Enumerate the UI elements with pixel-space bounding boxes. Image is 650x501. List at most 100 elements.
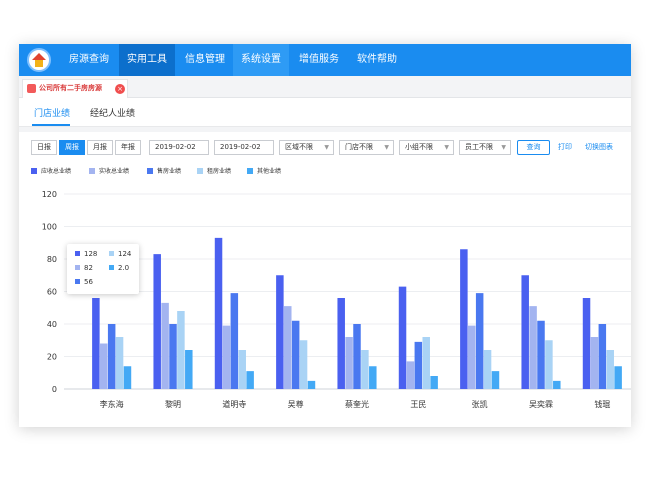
bar[interactable] [107,324,116,389]
nav-item-tools[interactable]: 实用工具 [119,44,175,76]
bar[interactable] [614,366,622,389]
tooltip-swatch [109,251,114,256]
tooltip-value: 82 [84,264,93,272]
tooltip-value: 128 [84,250,98,258]
bar[interactable] [337,298,345,389]
bar[interactable] [398,286,407,389]
chevron-down-icon: ▼ [384,144,389,151]
store-select[interactable]: 门店不限 ▼ [339,140,394,155]
query-button[interactable]: 查询 [517,140,550,155]
bar[interactable] [92,298,100,389]
bar[interactable] [307,380,316,389]
bar-chart: 0 20 40 60 80 100 120 李东海 黎明 道明寺 吴尊 蔡奎光 王民 张凯 吴奕霖 钱琨 [42,190,631,409]
y-tick-label: 0 [52,385,57,394]
legend-swatch [89,168,95,174]
bar[interactable] [284,306,292,389]
bar[interactable] [153,254,161,389]
tab-store-performance[interactable]: 门店业绩 [34,106,70,119]
period-weekly-button[interactable]: 周报 [59,140,85,155]
bar[interactable] [460,249,468,389]
bar[interactable] [161,302,169,389]
logo-house-icon[interactable] [27,48,51,72]
bar[interactable] [345,337,353,389]
bar[interactable] [100,343,108,390]
employee-select-value: 员工不限 [465,143,493,151]
close-icon[interactable]: × [115,84,125,94]
bar[interactable] [598,324,607,389]
chevron-down-icon: ▼ [444,144,449,151]
bar[interactable] [430,376,438,389]
tooltip-swatch [109,265,114,270]
bar[interactable] [606,350,614,389]
bar[interactable] [483,350,492,389]
x-tick-label: 吴尊 [288,399,304,409]
nav-item-info-management[interactable]: 信息管理 [177,44,233,76]
switch-chart-link[interactable]: 切换图表 [585,142,613,152]
bar[interactable] [537,320,545,389]
bar[interactable] [291,320,300,389]
bar[interactable] [185,350,193,389]
bar[interactable] [369,366,377,389]
date-to-input[interactable]: 2019-02-02 [214,140,274,155]
tooltip-swatch [75,251,80,256]
bar[interactable] [115,337,124,389]
period-daily-button[interactable]: 日报 [31,140,57,155]
legend-item[interactable]: 租房业绩 [197,166,231,176]
bar[interactable] [222,325,231,389]
legend-item[interactable]: 其他业绩 [247,166,281,176]
tooltip-entry: 82 [75,264,93,272]
bar[interactable] [276,275,284,389]
home-icon [27,84,36,93]
tooltip-value: 124 [118,250,132,258]
tab-company-listings[interactable]: 公司所有二手房房源 × [22,79,128,98]
bar[interactable] [582,298,591,389]
y-tick-label: 120 [42,190,57,199]
x-tick-label: 黎明 [165,399,181,409]
x-tick-label: 王民 [410,400,426,409]
bar[interactable] [553,380,561,389]
x-tick-label: 张凯 [472,399,488,409]
bar[interactable] [491,371,500,389]
bar[interactable] [414,341,423,389]
bar[interactable] [361,350,369,389]
date-from-input[interactable]: 2019-02-02 [149,140,209,155]
legend-item[interactable]: 应收总业绩 [31,166,71,176]
legend-item[interactable]: 售房业绩 [147,166,181,176]
chevron-down-icon: ▼ [324,144,329,151]
nav-item-listing-search[interactable]: 房源查询 [61,44,117,76]
bar[interactable] [468,325,476,389]
bar[interactable] [529,306,537,389]
nav-item-system-settings[interactable]: 系统设置 [233,44,289,76]
bar[interactable] [230,293,239,389]
print-link[interactable]: 打印 [558,142,572,152]
bar[interactable] [246,371,254,389]
period-yearly-button[interactable]: 年报 [115,140,141,155]
sub-tabs: 门店业绩 经纪人业绩 [19,99,631,127]
period-monthly-button[interactable]: 月报 [87,140,113,155]
nav-item-help[interactable]: 软件帮助 [349,44,405,76]
tooltip-swatch [75,265,80,270]
nav-item-value-added[interactable]: 增值服务 [291,44,347,76]
bar[interactable] [169,324,177,389]
y-tick-label: 20 [47,353,57,362]
app-window: 房源查询 实用工具 信息管理 系统设置 增值服务 软件帮助 公司所有二手房房源 … [19,44,631,427]
legend-item[interactable]: 实收总业绩 [89,166,129,176]
tab-agent-performance[interactable]: 经纪人业绩 [90,106,135,119]
bar[interactable] [422,337,430,389]
bar[interactable] [406,361,415,389]
bar[interactable] [353,324,361,389]
bar[interactable] [590,337,599,389]
bar[interactable] [521,275,529,389]
employee-select[interactable]: 员工不限 ▼ [459,140,511,155]
bar[interactable] [214,237,223,389]
bar[interactable] [475,293,484,389]
section-divider [19,127,631,132]
bar[interactable] [299,340,308,389]
bar[interactable] [545,340,553,389]
bar[interactable] [238,350,246,389]
y-tick-label: 80 [47,255,57,264]
region-select[interactable]: 区域不限 ▼ [279,140,334,155]
group-select[interactable]: 小组不限 ▼ [399,140,454,155]
bar[interactable] [123,366,132,389]
bar[interactable] [177,311,185,389]
